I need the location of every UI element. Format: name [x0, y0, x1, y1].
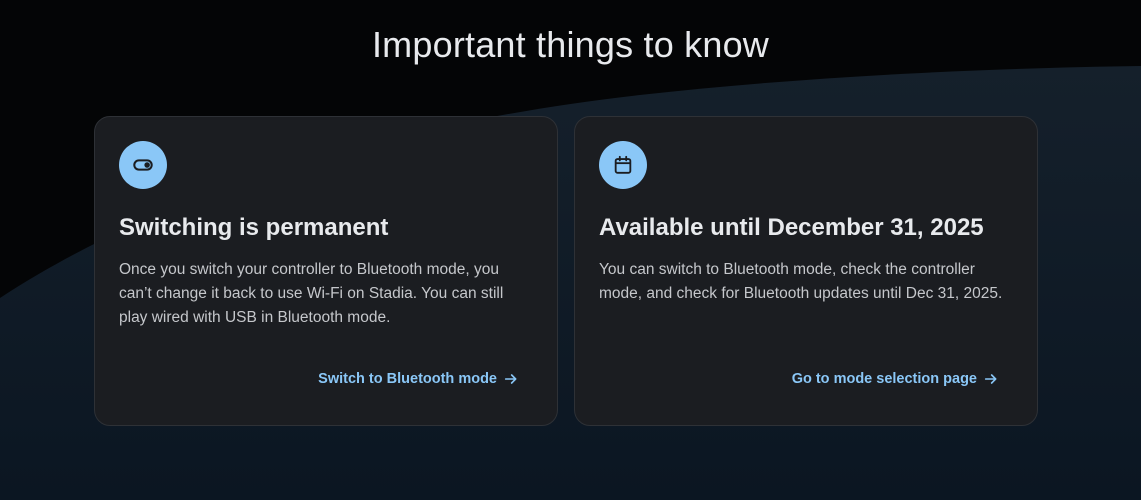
link-label: Go to mode selection page: [791, 371, 977, 387]
page-title: Important things to know: [371, 24, 769, 65]
toggle-icon: [119, 141, 167, 189]
go-to-mode-selection-link[interactable]: Go to mode selection page: [792, 371, 999, 387]
card-title: Available until December 31, 2025: [599, 214, 984, 241]
calendar-icon: [599, 141, 647, 189]
switch-to-bluetooth-link[interactable]: Switch to Bluetooth mode: [318, 371, 519, 387]
arrow-right-icon: [983, 371, 999, 387]
card-title: Switching is permanent: [119, 214, 389, 241]
link-label: Switch to Bluetooth mode: [318, 371, 497, 387]
page: Important things to know Switching is pe…: [0, 0, 1141, 500]
card-body: You can switch to Bluetooth mode, check …: [599, 261, 1003, 302]
card-available-until: Available until December 31, 2025 You ca…: [574, 116, 1038, 426]
card-switching-permanent: Switching is permanent Once you switch y…: [94, 116, 558, 426]
arrow-right-icon: [503, 371, 519, 387]
card-body: Once you switch your controller to Bluet…: [119, 261, 504, 326]
